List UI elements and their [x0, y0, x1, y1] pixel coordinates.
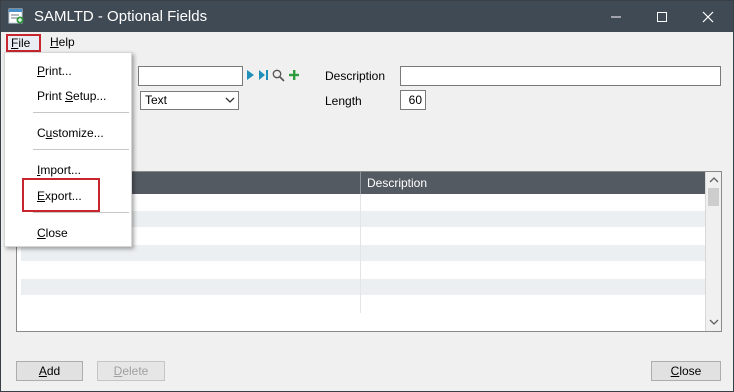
close-menu-accel: C — [37, 226, 46, 240]
scroll-up-icon[interactable] — [708, 174, 720, 186]
type-select[interactable]: Text — [140, 91, 239, 110]
title-bar: SAMLTD - Optional Fields — [1, 1, 733, 32]
menu-separator — [33, 212, 129, 213]
close-icon — [702, 11, 714, 22]
optional-fields-window: SAMLTD - Optional Fields File Help Text … — [0, 0, 734, 392]
add-accel: A — [38, 364, 47, 378]
table-row[interactable] — [21, 262, 705, 279]
close-label: lose — [679, 364, 702, 378]
table-row[interactable] — [21, 296, 705, 313]
last-record-icon[interactable] — [258, 69, 269, 81]
cell-divider — [360, 194, 361, 211]
window-title: SAMLTD - Optional Fields — [34, 8, 208, 25]
table-row[interactable] — [21, 245, 705, 262]
delete-label: elete — [122, 364, 149, 378]
table-row[interactable] — [21, 279, 705, 296]
menu-file[interactable]: File — [6, 34, 41, 52]
menu-help-accel: H — [50, 35, 59, 49]
file-menu-dropdown: Print... Print Setup... Customize... Imp… — [4, 52, 132, 247]
customize-label: stomize... — [52, 126, 104, 140]
chevron-down-icon — [225, 97, 235, 103]
cell-divider — [360, 296, 361, 313]
cell-divider — [360, 262, 361, 279]
minimize-button[interactable] — [593, 1, 639, 32]
cell-divider — [360, 211, 361, 228]
length-label: Length — [325, 94, 362, 108]
cell-divider — [360, 245, 361, 262]
close-button[interactable]: Close — [651, 361, 721, 381]
type-select-value: Text — [145, 93, 168, 107]
add-label: dd — [46, 364, 61, 378]
menu-item-print-setup[interactable]: Print Setup... — [37, 88, 106, 104]
add-button[interactable]: Add — [16, 361, 83, 381]
menu-item-print[interactable]: Print... — [37, 63, 72, 79]
close-menu-label: lose — [45, 226, 68, 240]
cell-divider — [360, 228, 361, 245]
delete-button[interactable]: Delete — [97, 361, 165, 381]
description-input[interactable] — [400, 66, 721, 86]
customize-prefix: C — [37, 126, 46, 140]
print-accel: P — [37, 64, 46, 78]
delete-accel: D — [113, 364, 123, 378]
menu-separator — [33, 149, 129, 150]
column-header-description[interactable]: Description — [367, 176, 427, 190]
minimize-icon — [611, 16, 621, 17]
cell-divider — [360, 279, 361, 296]
print-setup-accel: S — [65, 89, 74, 103]
optional-field-input[interactable] — [138, 66, 243, 86]
menu-item-import[interactable]: Import... — [37, 162, 81, 178]
scrollbar-thumb[interactable] — [708, 188, 719, 206]
finder-toolbar — [246, 67, 300, 83]
scroll-down-icon[interactable] — [708, 316, 720, 328]
new-record-plus-icon[interactable] — [288, 69, 300, 81]
menu-separator — [33, 112, 129, 113]
menu-file-label: ile — [18, 36, 31, 50]
import-label: mport... — [40, 163, 82, 177]
next-arrow-icon[interactable] — [246, 69, 255, 81]
menu-help-label: elp — [58, 35, 75, 49]
close-window-button[interactable] — [685, 1, 731, 32]
length-input[interactable]: 60 — [400, 90, 426, 110]
column-divider[interactable] — [360, 172, 361, 194]
export-highlight — [22, 178, 100, 212]
finder-search-icon[interactable] — [272, 69, 285, 82]
print-setup-prefix: Print — [37, 89, 66, 103]
app-icon — [8, 8, 24, 24]
description-label: Description — [325, 69, 386, 83]
print-setup-label: etup... — [73, 89, 107, 103]
print-label: rint... — [45, 64, 72, 78]
vertical-scrollbar[interactable] — [705, 172, 721, 331]
menu-help[interactable]: Help — [45, 34, 80, 52]
menu-item-customize[interactable]: Customize... — [37, 125, 104, 141]
maximize-button[interactable] — [639, 1, 685, 32]
menu-item-close[interactable]: Close — [37, 225, 68, 241]
maximize-icon — [657, 11, 667, 22]
menu-bar: File Help — [1, 32, 733, 52]
